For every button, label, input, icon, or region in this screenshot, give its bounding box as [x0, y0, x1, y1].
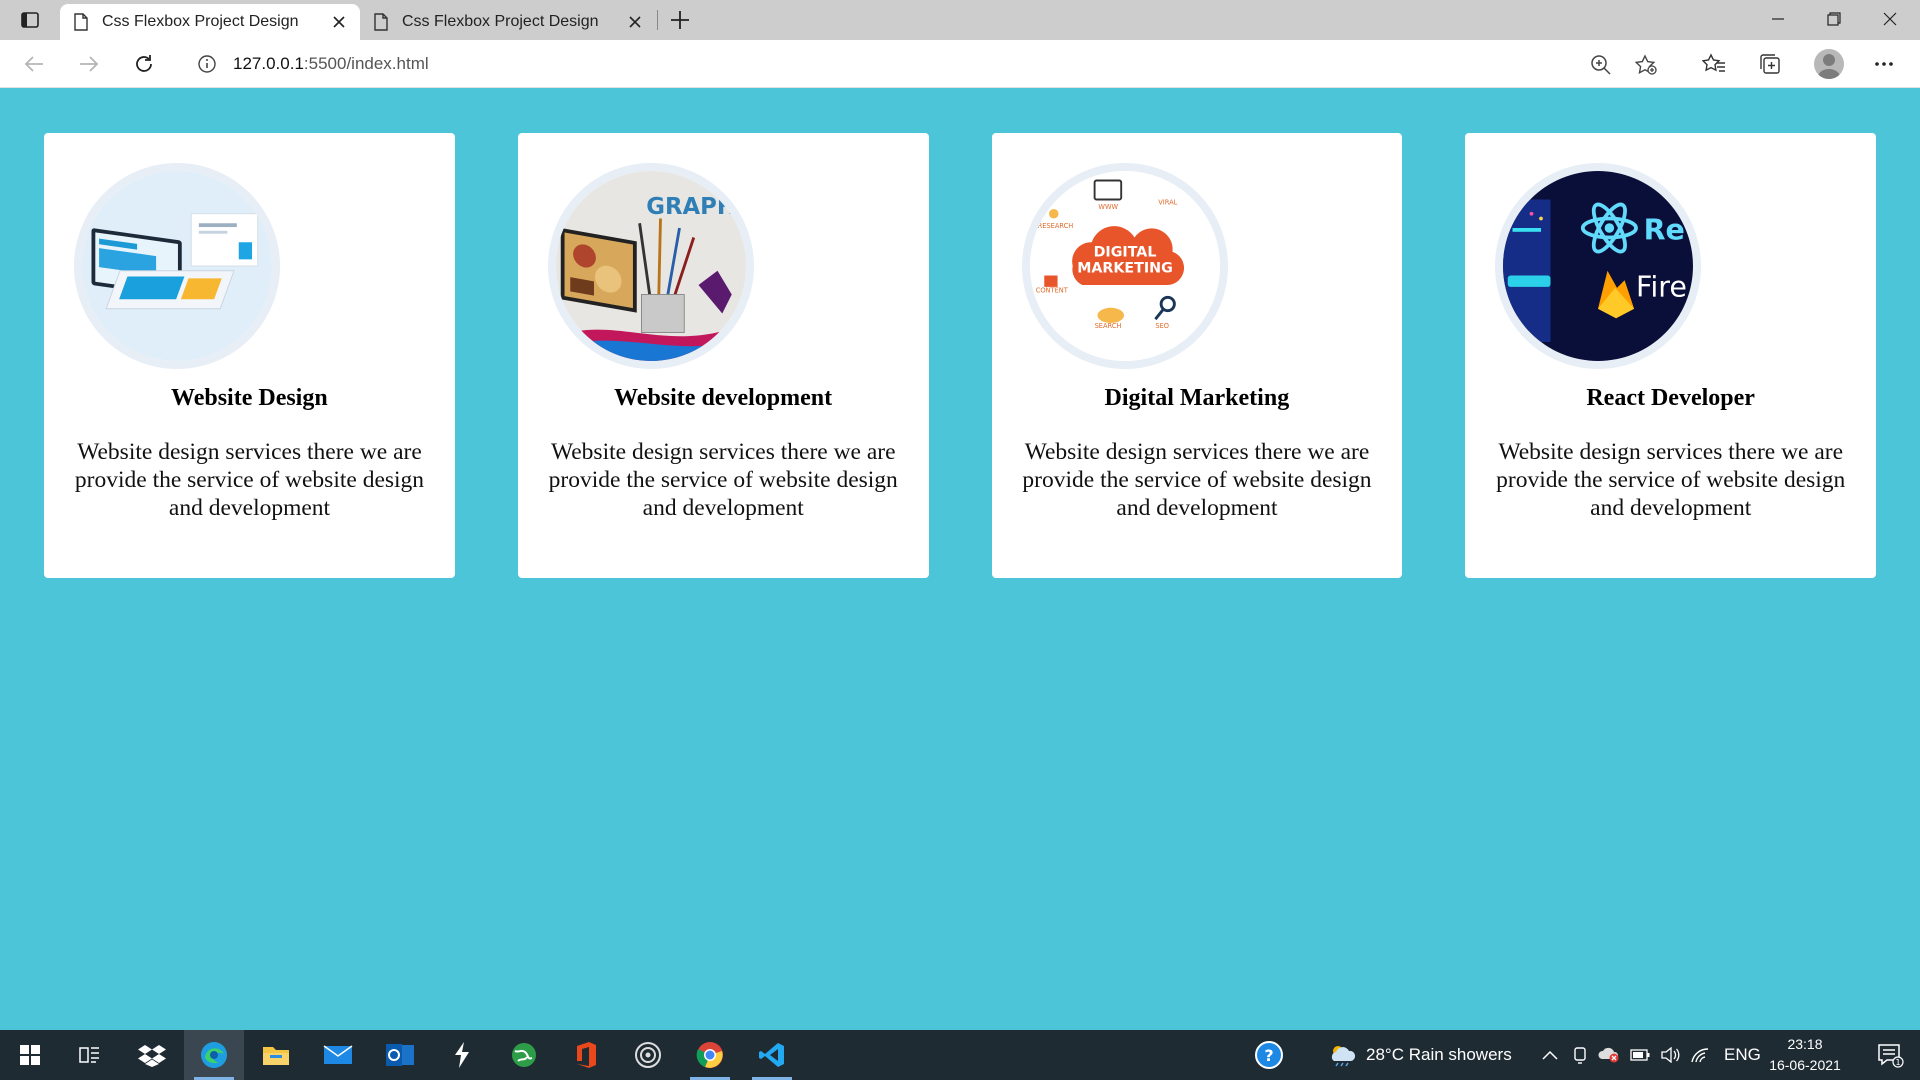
help-icon[interactable]: ?	[1239, 1030, 1299, 1080]
card-title: Digital Marketing	[1104, 385, 1290, 411]
chrome-icon[interactable]	[680, 1030, 740, 1080]
minimize-button[interactable]	[1750, 0, 1806, 38]
image-label: CONTENT	[1035, 287, 1068, 295]
close-tab-icon[interactable]	[628, 15, 642, 29]
notification-count: 1	[1895, 1058, 1900, 1067]
image-label: SEARCH	[1094, 322, 1121, 330]
close-window-button[interactable]	[1862, 0, 1918, 38]
svg-text:?: ?	[1264, 1046, 1273, 1065]
digital-marketing-cloud-image: WWW VIRAL RESEARCH CONTENT SEARCH SEO DI…	[1021, 163, 1228, 369]
service-card: GRAPHIC DESIGN	[517, 133, 929, 578]
forward-button[interactable]	[77, 52, 101, 76]
card-description: Website design services there we are pro…	[1022, 439, 1372, 521]
tab-active[interactable]: Css Flexbox Project Design	[60, 4, 360, 40]
card-title: React Developer	[1586, 385, 1755, 411]
favorites-icon[interactable]	[1700, 50, 1728, 78]
url-path: :5500/index.html	[303, 54, 429, 73]
card-title: Website development	[614, 385, 833, 411]
dropbox-icon[interactable]	[122, 1030, 182, 1080]
weather-widget[interactable]: 28°C Rain showers	[1328, 1030, 1512, 1080]
new-tab-icon[interactable]	[668, 8, 692, 32]
clock-date: 16-06-2021	[1769, 1057, 1841, 1073]
network-globe-icon[interactable]	[494, 1030, 554, 1080]
battery-icon[interactable]	[1630, 1030, 1650, 1080]
close-tab-icon[interactable]	[332, 15, 346, 29]
office-icon[interactable]	[556, 1030, 616, 1080]
laptop-mockup-image	[74, 163, 280, 369]
browser-toolbar: 127.0.0.1:5500/index.html	[0, 40, 1920, 88]
tab-title: Css Flexbox Project Design	[102, 13, 299, 30]
tab-title: Css Flexbox Project Design	[402, 13, 599, 30]
card-description: Website design services there we are pro…	[548, 439, 898, 521]
image-label: VIRAL	[1158, 198, 1177, 206]
document-icon	[374, 13, 388, 31]
service-card: Re Fire React Developer Website design s…	[1465, 133, 1876, 578]
tab-separator	[657, 10, 658, 30]
cloud-sync-error-icon[interactable]	[1598, 1030, 1620, 1080]
outlook-icon[interactable]	[370, 1030, 430, 1080]
windows-taskbar: ? 28°C Rain showers ENG 23:18 16-06-2021…	[0, 1030, 1920, 1080]
add-favorite-icon[interactable]	[1634, 54, 1658, 76]
tray-device-icon[interactable]	[1572, 1030, 1588, 1080]
tab-inactive[interactable]: Css Flexbox Project Design	[360, 4, 656, 40]
card-description: Website design services there we are pro…	[74, 439, 425, 521]
windows-start-icon[interactable]	[0, 1030, 60, 1080]
service-card: WWW VIRAL RESEARCH CONTENT SEARCH SEO DI…	[991, 133, 1403, 578]
system-clock[interactable]: 23:18 16-06-2021	[1760, 1034, 1850, 1076]
refresh-button[interactable]	[132, 52, 156, 76]
sublime-icon[interactable]	[432, 1030, 492, 1080]
wifi-icon[interactable]	[1690, 1030, 1710, 1080]
back-button[interactable]	[22, 52, 46, 76]
rain-cloud-icon	[1331, 1046, 1356, 1067]
circle-app-icon[interactable]	[618, 1030, 678, 1080]
url-host: 127.0.0.1	[233, 54, 304, 73]
mail-icon[interactable]	[308, 1030, 368, 1080]
clock-time: 23:18	[1787, 1036, 1823, 1052]
profile-avatar[interactable]	[1814, 49, 1844, 79]
collections-icon[interactable]	[1756, 50, 1784, 78]
image-caption: GRAPHIC DESIGN	[646, 194, 746, 220]
more-options-icon[interactable]	[1870, 50, 1898, 78]
site-info-icon[interactable]	[197, 54, 217, 74]
browser-tab-bar: Css Flexbox Project Design Css Flexbox P…	[0, 0, 1920, 40]
service-card: Website Design Website design services t…	[44, 133, 455, 578]
tab-actions-icon[interactable]	[16, 8, 44, 32]
notification-center-icon[interactable]: 1	[1860, 1030, 1920, 1080]
image-label: SEO	[1155, 322, 1169, 330]
image-caption: DIGITAL	[1093, 245, 1156, 261]
document-icon	[74, 13, 88, 31]
image-caption: Re	[1644, 213, 1685, 246]
card-description: Website design services there we are pro…	[1496, 439, 1846, 521]
image-label: WWW	[1098, 203, 1118, 211]
edge-icon[interactable]	[184, 1030, 244, 1080]
url-text: 127.0.0.1:5500/index.html	[233, 54, 429, 74]
image-label: RESEARCH	[1037, 222, 1073, 230]
vscode-icon[interactable]	[742, 1030, 802, 1080]
task-view-icon[interactable]	[60, 1030, 120, 1080]
weather-text: 28°C Rain showers	[1366, 1045, 1512, 1064]
file-explorer-icon[interactable]	[246, 1030, 306, 1080]
service-cards: Website Design Website design services t…	[44, 133, 1876, 578]
image-caption: Fire	[1636, 270, 1687, 303]
show-hidden-icons-icon[interactable]	[1542, 1030, 1558, 1080]
image-caption: MARKETING	[1077, 261, 1173, 277]
restore-button[interactable]	[1806, 0, 1862, 38]
language-indicator[interactable]: ENG	[1724, 1030, 1761, 1080]
address-field[interactable]: 127.0.0.1:5500/index.html	[180, 45, 1670, 83]
card-title: Website Design	[171, 385, 328, 411]
react-firebase-image: Re Fire	[1495, 163, 1702, 369]
graphic-design-brushes-image: GRAPHIC DESIGN	[547, 163, 754, 369]
volume-icon[interactable]	[1660, 1030, 1680, 1080]
zoom-icon[interactable]	[1590, 54, 1612, 76]
